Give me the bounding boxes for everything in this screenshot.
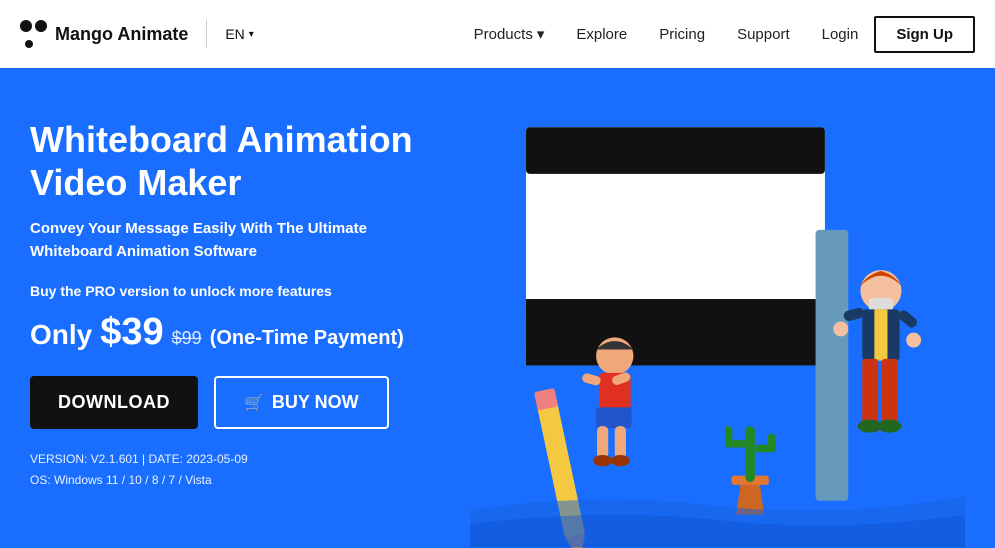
hero-meta: VERSION: V2.1.601 | DATE: 2023-05-09 OS:… xyxy=(30,449,450,490)
chevron-down-icon: ▾ xyxy=(249,29,254,40)
illustration-svg xyxy=(470,108,965,548)
navbar: Mango Animate EN ▾ Products ▾ Explore Pr… xyxy=(0,0,995,68)
hero-price: Only $39 $99 (One-Time Payment) xyxy=(30,311,450,354)
chevron-down-icon: ▾ xyxy=(537,25,545,43)
version-text: VERSION: V2.1.601 | DATE: 2023-05-09 xyxy=(30,449,450,469)
logo-text: Mango Animate xyxy=(55,24,188,45)
buynow-button[interactable]: 🛒 BUY NOW xyxy=(214,376,389,429)
nav-item-support[interactable]: Support xyxy=(737,26,790,43)
board-pillar xyxy=(816,230,849,501)
whiteboard-top-bar xyxy=(526,127,825,174)
lang-label: EN xyxy=(225,26,244,42)
logo-icon xyxy=(20,20,47,48)
download-button[interactable]: DOWNLOAD xyxy=(30,376,198,429)
nav-item-products[interactable]: Products ▾ xyxy=(474,25,545,43)
hero-illustration xyxy=(470,108,965,548)
price-prefix: Only xyxy=(30,319,92,351)
hero-subtitle: Convey Your Message Easily With The Ulti… xyxy=(30,218,450,263)
price-original: $99 xyxy=(172,328,202,349)
logo-dot-1 xyxy=(20,20,32,32)
nav-item-pricing[interactable]: Pricing xyxy=(659,26,705,43)
logo-dot-2 xyxy=(35,20,47,32)
price-note: (One-Time Payment) xyxy=(210,327,404,350)
login-button[interactable]: Login xyxy=(822,26,859,43)
logo[interactable]: Mango Animate xyxy=(20,20,188,48)
signup-button[interactable]: Sign Up xyxy=(874,16,975,53)
lang-selector[interactable]: EN ▾ xyxy=(225,26,253,42)
hero-content: Whiteboard Animation Video Maker Convey … xyxy=(30,108,450,490)
hero-buttons: DOWNLOAD 🛒 BUY NOW xyxy=(30,376,450,429)
hero-section: Whiteboard Animation Video Maker Convey … xyxy=(0,68,995,548)
cart-icon: 🛒 xyxy=(244,393,264,413)
nav-item-explore[interactable]: Explore xyxy=(576,26,627,43)
hero-title: Whiteboard Animation Video Maker xyxy=(30,118,450,204)
logo-dot-3 xyxy=(25,40,33,48)
price-amount: $39 xyxy=(100,311,163,354)
main-nav: Products ▾ Explore Pricing Support xyxy=(474,25,790,43)
plant xyxy=(725,426,775,515)
nav-divider xyxy=(206,20,207,48)
navbar-actions: Login Sign Up xyxy=(822,16,975,53)
os-text: OS: Windows 11 / 10 / 8 / 7 / Vista xyxy=(30,470,450,490)
hero-promo: Buy the PRO version to unlock more featu… xyxy=(30,283,450,299)
